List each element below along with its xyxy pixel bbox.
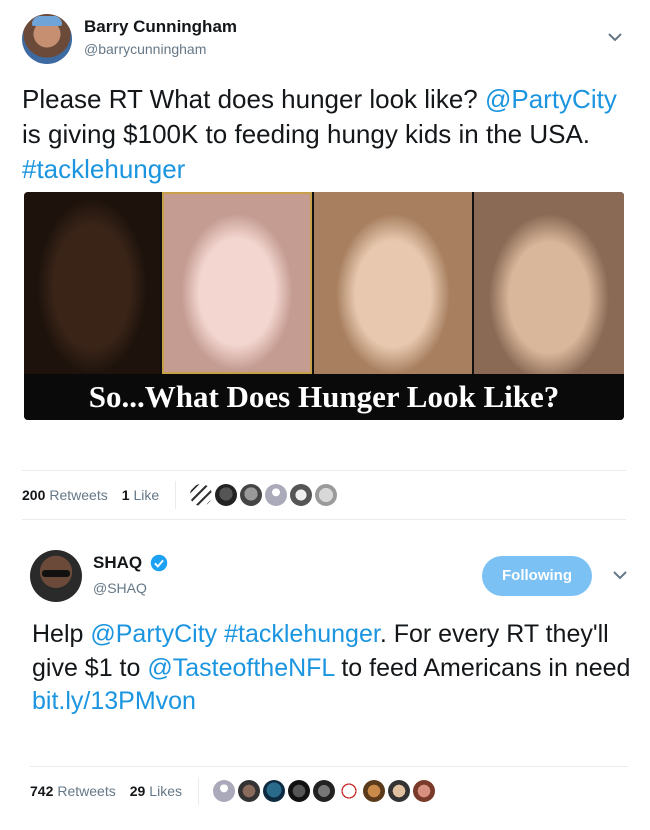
tweet-link[interactable]: #tacklehunger — [224, 620, 380, 648]
sunglasses-shape — [42, 570, 70, 577]
like-count[interactable]: 1 Like — [122, 487, 159, 503]
tweet-media[interactable]: So...What Does Hunger Look Like? — [24, 192, 624, 420]
author-handle[interactable]: @SHAQ — [93, 580, 147, 596]
divider — [30, 766, 628, 767]
child-photo — [314, 192, 472, 374]
engager-avatar[interactable] — [315, 484, 338, 506]
divider — [22, 519, 626, 520]
child-photo — [24, 192, 160, 374]
chevron-down-icon[interactable] — [608, 32, 622, 42]
engager-avatar[interactable] — [212, 780, 235, 802]
engager-avatar[interactable] — [262, 780, 285, 802]
engager-avatars — [212, 780, 438, 802]
tweet-text: Help @PartyCity #tacklehunger. For every… — [32, 618, 632, 719]
chevron-down-icon[interactable] — [613, 570, 627, 580]
like-count[interactable]: 29 Likes — [130, 783, 182, 799]
tweet-link[interactable]: bit.ly/13PMvon — [32, 687, 196, 715]
tweet-text-segment: Help — [32, 620, 91, 648]
engager-avatar[interactable] — [237, 780, 260, 802]
like-label: Likes — [149, 783, 182, 799]
retweet-count[interactable]: 200 Retweets — [22, 487, 108, 503]
tweet-link[interactable]: @PartyCity — [485, 84, 617, 114]
tweet-card: Barry Cunningham @barrycunningham Please… — [0, 0, 650, 522]
retweet-number: 742 — [30, 783, 54, 799]
stats-separator — [197, 777, 199, 805]
retweet-number: 200 — [22, 487, 46, 503]
child-photo — [162, 192, 312, 374]
engager-avatar[interactable] — [387, 780, 410, 802]
child-photo — [474, 192, 624, 374]
engager-avatar[interactable] — [215, 484, 238, 506]
tweet-text-segment: Please RT What does hunger look like? — [22, 84, 485, 114]
engager-avatar[interactable] — [312, 780, 335, 802]
engager-avatar[interactable] — [240, 484, 263, 506]
tweet-text-segment: to feed Americans in need — [334, 653, 631, 682]
tweet-card: SHAQ @SHAQ Following Help @PartyCity #ta… — [0, 536, 650, 830]
engager-avatar[interactable] — [287, 780, 310, 802]
following-button[interactable]: Following — [482, 556, 592, 596]
stats-separator — [175, 481, 177, 509]
cap-shape — [32, 16, 62, 26]
like-number: 1 — [121, 487, 130, 503]
author-handle[interactable]: @barrycunningham — [84, 41, 206, 57]
engager-avatar[interactable] — [412, 780, 435, 802]
author-avatar[interactable] — [30, 550, 82, 602]
retweet-label: Retweets — [57, 783, 116, 799]
tweet-stats: 742 Retweets 29 Likes — [30, 776, 438, 806]
engager-avatar[interactable] — [190, 484, 213, 506]
media-caption: So...What Does Hunger Look Like? — [24, 374, 624, 420]
verified-badge-icon — [150, 554, 168, 572]
divider — [22, 470, 626, 471]
retweet-count[interactable]: 742 Retweets — [30, 783, 116, 799]
engager-avatar[interactable] — [290, 484, 313, 506]
tweet-stats: 200 Retweets 1 Like — [22, 480, 340, 510]
tweet-link[interactable]: #tacklehunger — [22, 154, 185, 184]
engager-avatar[interactable] — [337, 780, 360, 802]
like-number: 29 — [129, 783, 146, 799]
author-avatar[interactable] — [22, 14, 72, 64]
author-name[interactable]: SHAQ — [93, 553, 142, 573]
engager-avatar[interactable] — [362, 780, 385, 802]
tweet-text: Please RT What does hunger look like? @P… — [22, 82, 632, 186]
engager-avatar[interactable] — [265, 484, 288, 506]
engager-avatars — [190, 484, 340, 506]
tweet-text-segment: is giving $100K to feeding hungy kids in… — [22, 118, 591, 149]
author-name[interactable]: Barry Cunningham — [84, 17, 237, 37]
tweet-link[interactable]: @PartyCity — [90, 620, 217, 648]
tweet-link[interactable]: @TasteoftheNFL — [147, 654, 334, 682]
retweet-label: Retweets — [49, 487, 108, 503]
like-label: Like — [133, 487, 160, 503]
